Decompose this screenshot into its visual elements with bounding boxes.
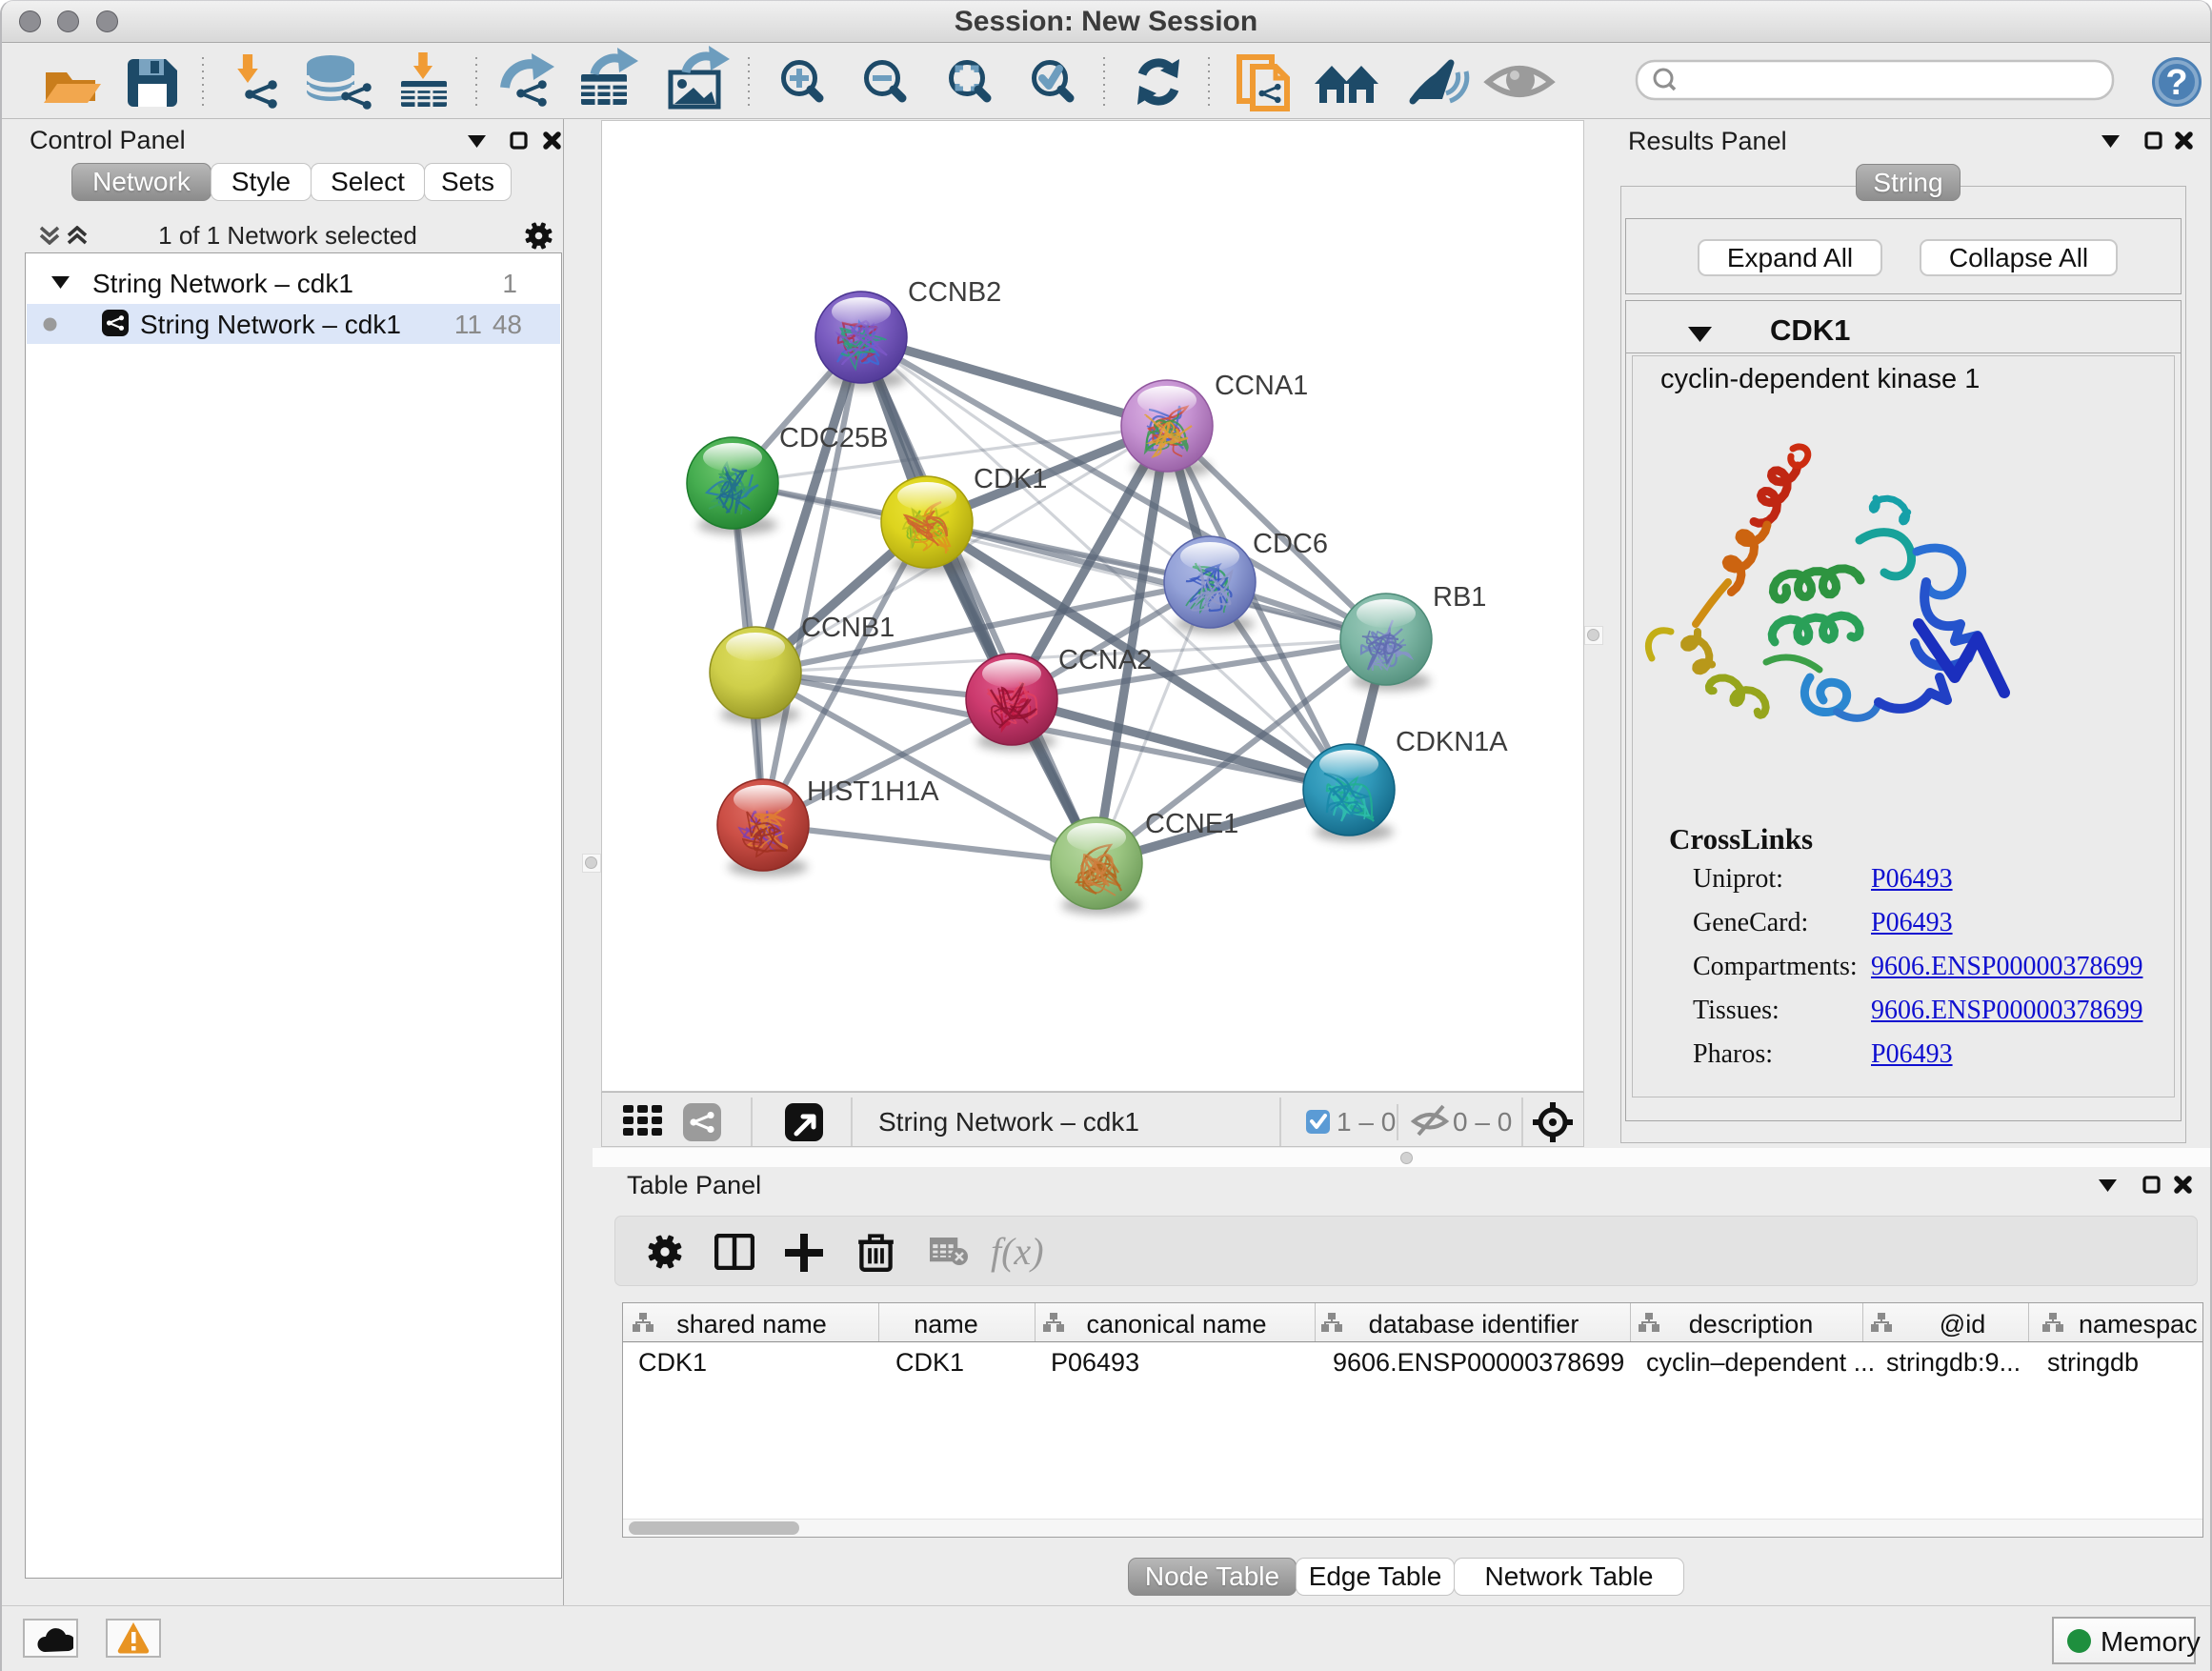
svg-text:CDK1: CDK1 — [974, 464, 1047, 494]
svg-text:CCNA1: CCNA1 — [1215, 371, 1308, 401]
svg-text:0 – 0: 0 – 0 — [1453, 1107, 1512, 1137]
svg-text:CCNE1: CCNE1 — [1145, 809, 1238, 839]
svg-text:1 – 0: 1 – 0 — [1337, 1107, 1396, 1137]
svg-text:?: ? — [2165, 63, 2187, 103]
svg-text:CDKN1A: CDKN1A — [1396, 727, 1508, 757]
svg-text:CCNB1: CCNB1 — [801, 613, 895, 643]
svg-text:CCNA2: CCNA2 — [1058, 645, 1152, 675]
svg-text:RB1: RB1 — [1433, 582, 1486, 613]
svg-text:CDC25B: CDC25B — [779, 423, 888, 453]
svg-text:String Network – cdk1: String Network – cdk1 — [878, 1107, 1139, 1137]
svg-text:HIST1H1A: HIST1H1A — [807, 776, 939, 807]
svg-text:CDC6: CDC6 — [1253, 529, 1328, 559]
svg-text:CCNB2: CCNB2 — [908, 277, 1001, 308]
